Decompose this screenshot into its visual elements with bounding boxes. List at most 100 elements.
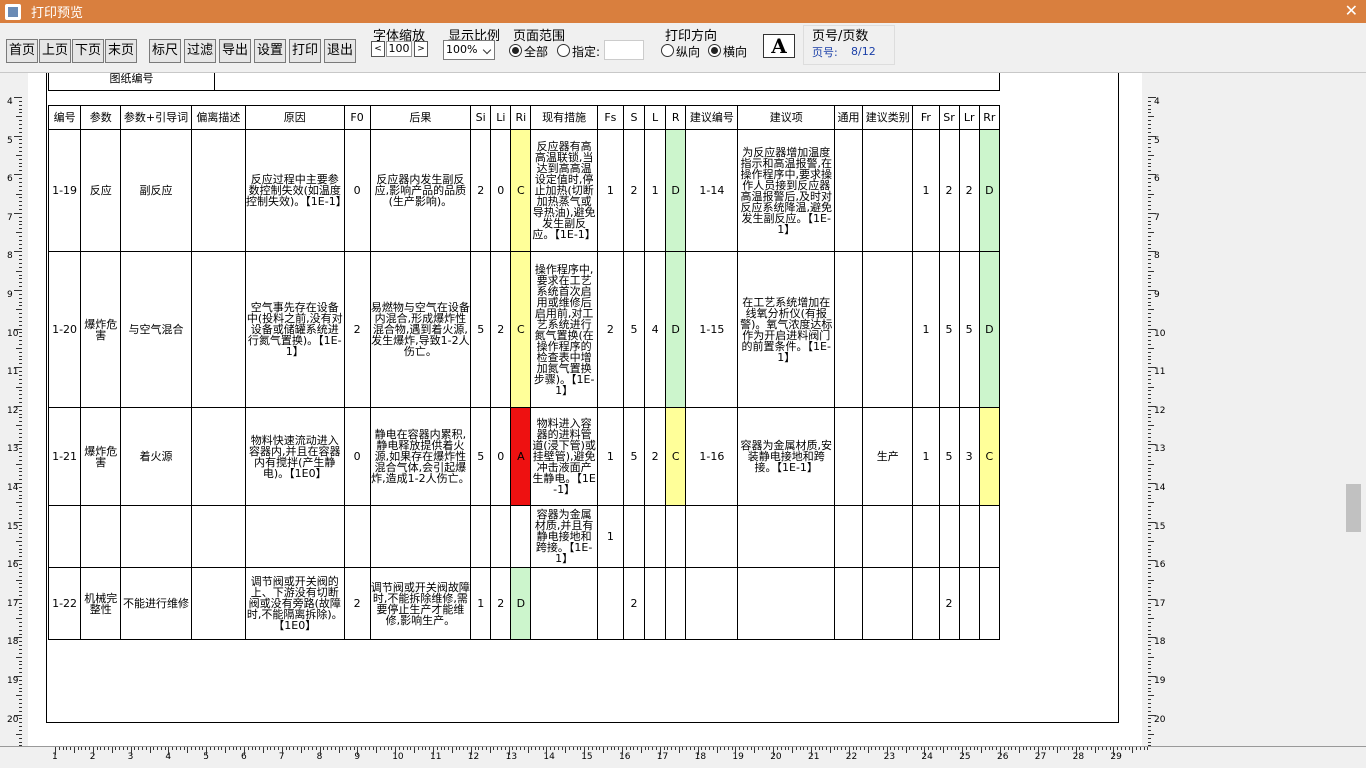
ruler-tick bbox=[519, 747, 521, 750]
ruler-tick bbox=[988, 747, 990, 750]
ruler-tick bbox=[19, 641, 22, 643]
ruler-tick-label: 25 bbox=[959, 752, 971, 762]
prev-page-button[interactable]: 上页 bbox=[39, 39, 71, 63]
ruler-tick-label: 4 bbox=[7, 97, 13, 107]
ruler-tick bbox=[1148, 367, 1156, 369]
settings-button[interactable]: 设置 bbox=[254, 39, 286, 63]
next-page-button[interactable]: 下页 bbox=[72, 39, 104, 63]
filter-button[interactable]: 过滤 bbox=[184, 39, 216, 63]
font-zoom-input[interactable]: 100 bbox=[386, 41, 412, 57]
portrait-radio[interactable] bbox=[661, 44, 674, 57]
ruler-tick bbox=[1148, 533, 1151, 535]
ruler-tick bbox=[1148, 398, 1151, 400]
close-button[interactable]: ✕ bbox=[1345, 1, 1358, 20]
ruler-tick bbox=[860, 747, 862, 750]
ruler-tick bbox=[742, 747, 744, 750]
ruler-tick bbox=[134, 747, 136, 750]
ruler-tick bbox=[981, 747, 983, 753]
ruler-tick-label: 20 bbox=[1154, 714, 1166, 725]
cell-li: 0 bbox=[490, 407, 512, 506]
print-page: 图纸编号 编号 参数 参数+引导词 偏离描述 原因 F0 后果 Si Li Ri 现有措施 Fs S L R… bbox=[28, 73, 1142, 746]
ruler-tick bbox=[901, 747, 903, 750]
cell-id: 1-22 bbox=[47, 567, 82, 640]
ruler-tick bbox=[55, 747, 56, 755]
ruler-tick bbox=[1148, 483, 1156, 484]
ruler-tick bbox=[19, 417, 22, 419]
cell-li bbox=[490, 505, 512, 568]
scrollbar-thumb[interactable] bbox=[1346, 484, 1361, 532]
ruler-tick-label: 4 bbox=[1154, 97, 1160, 107]
cell-ri: C bbox=[510, 129, 532, 252]
ruler-tick bbox=[19, 216, 22, 218]
font-button[interactable]: A bbox=[763, 34, 795, 58]
page-range-all-radio[interactable] bbox=[509, 44, 522, 57]
ruler-tick bbox=[618, 747, 620, 750]
ruler-tick bbox=[16, 116, 22, 118]
cell-deviation bbox=[190, 407, 247, 506]
ruler-tick bbox=[727, 747, 729, 750]
page-range-input[interactable] bbox=[604, 40, 644, 60]
ruler-tick bbox=[14, 598, 22, 600]
ruler-tick bbox=[992, 747, 994, 750]
cell-measure: 反应器有高高温联锁,当达到高高温设定值时,停止加热(切断加热蒸气或导热油),避免… bbox=[530, 129, 598, 252]
ruler-tick bbox=[16, 463, 22, 465]
ruler-tick bbox=[1148, 683, 1151, 685]
ruler-tick bbox=[920, 747, 922, 750]
ruler-tick bbox=[984, 747, 986, 750]
display-ratio-select[interactable]: 100% bbox=[443, 40, 495, 60]
page-range-specify-radio[interactable] bbox=[557, 44, 570, 57]
export-button[interactable]: 导出 bbox=[219, 39, 251, 63]
cell-id: 1-21 bbox=[47, 407, 82, 506]
cell-measure: 操作程序中,要求在工艺系统首次启用或维修后启用前,对工艺系统进行氮气置换(在操作… bbox=[530, 251, 598, 408]
ruler-tick bbox=[14, 560, 22, 562]
header-li: Li bbox=[490, 105, 512, 130]
ruler-tick-label: 23 bbox=[883, 752, 896, 762]
ruler-tick bbox=[19, 139, 22, 141]
ruler-tick-label: 15 bbox=[581, 752, 593, 762]
ruler-tick bbox=[1148, 471, 1151, 473]
first-page-button[interactable]: 首页 bbox=[6, 39, 38, 63]
ruler-tick bbox=[19, 336, 22, 338]
header-fs: Fs bbox=[596, 105, 624, 130]
ruler-tick bbox=[1148, 247, 1151, 249]
ruler-tick bbox=[402, 747, 404, 750]
ruler-tick bbox=[591, 747, 593, 750]
font-zoom-decrease-button[interactable]: < bbox=[371, 41, 385, 57]
font-zoom-increase-button[interactable]: > bbox=[414, 41, 428, 57]
ruler-tick bbox=[1148, 664, 1151, 666]
ruler-tick bbox=[1105, 747, 1107, 750]
ruler-tick bbox=[1148, 371, 1151, 373]
ruler-tick bbox=[1148, 212, 1156, 214]
landscape-radio[interactable] bbox=[708, 44, 721, 57]
ruler-tick bbox=[1148, 344, 1151, 346]
ruler-button[interactable]: 标尺 bbox=[149, 39, 181, 63]
ruler-tick bbox=[19, 594, 22, 596]
last-page-button[interactable]: 末页 bbox=[105, 39, 137, 63]
ruler-tick bbox=[107, 747, 109, 750]
cell-param bbox=[80, 505, 122, 568]
ruler-tick bbox=[213, 747, 215, 750]
ruler-tick bbox=[1098, 747, 1100, 750]
exit-button[interactable]: 退出 bbox=[324, 39, 356, 63]
ruler-tick bbox=[1148, 540, 1154, 542]
ruler-tick-label: 19 bbox=[7, 676, 19, 686]
cell-rr: C bbox=[978, 407, 1001, 506]
header-measure: 现有措施 bbox=[530, 105, 598, 130]
ruler-tick bbox=[497, 747, 499, 750]
ruler-tick bbox=[383, 747, 385, 750]
ruler-tick bbox=[678, 747, 680, 753]
ruler-tick bbox=[739, 747, 741, 750]
cell-guide: 不能进行维修 bbox=[120, 567, 192, 640]
ruler-tick bbox=[610, 747, 612, 750]
header-r: R bbox=[665, 105, 687, 130]
ruler-tick bbox=[19, 259, 22, 261]
ruler-tick bbox=[792, 747, 794, 753]
print-button[interactable]: 打印 bbox=[289, 39, 321, 63]
ruler-tick bbox=[795, 747, 797, 750]
ruler-tick bbox=[19, 208, 22, 210]
ruler-tick bbox=[312, 747, 314, 750]
ruler-tick bbox=[1148, 517, 1151, 519]
cell-lr bbox=[958, 505, 980, 568]
vertical-scrollbar[interactable] bbox=[1342, 73, 1366, 746]
ruler-tick bbox=[606, 747, 608, 750]
